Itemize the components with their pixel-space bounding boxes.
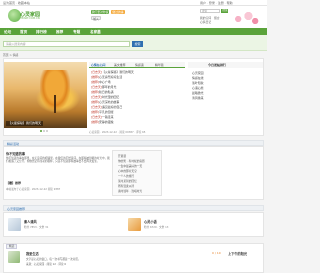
article-subtitle: 【赠】推荐 xyxy=(6,181,22,185)
search-button[interactable]: 搜索 xyxy=(132,41,143,47)
tab-essence[interactable]: 精华篇 xyxy=(155,63,164,67)
feature-meta: 心灵家园 · 2023-12-22 · 阅读 09387 · 评论 65 xyxy=(89,131,146,134)
topbar-left-links[interactable]: 设为首页 · 收藏本站 xyxy=(3,1,30,5)
nav-item-forum[interactable]: 论坛 xyxy=(4,30,11,35)
join-button[interactable]: 加入 xyxy=(91,16,101,21)
list-item[interactable]: [推荐]平凡的温暖 xyxy=(91,110,114,114)
breadcrumb[interactable]: 首页 > 情感 xyxy=(3,53,18,57)
side-list-item[interactable]: 开篇语 xyxy=(118,154,126,158)
card-title[interactable]: 素人清风 xyxy=(24,219,37,224)
main-nav: 论坛 首页 排行榜 推荐 专题 名家墨 xyxy=(0,28,267,35)
header-link-message[interactable]: 留言 xyxy=(214,16,220,20)
header-link-diary[interactable]: 心情日记 xyxy=(200,20,211,24)
user-avatar[interactable] xyxy=(128,218,141,231)
search-input[interactable]: 请输入搜索内容 xyxy=(3,41,130,47)
bottom-chip[interactable]: 精选 xyxy=(6,244,18,249)
list-item[interactable]: [推荐]中心广场 xyxy=(91,80,111,84)
ranking-item[interactable]: 落叶知秋 xyxy=(192,81,204,85)
photo-caption[interactable]: 【火星探秘】我们的明天 xyxy=(6,121,44,126)
article-title[interactable]: 你不知道的事 xyxy=(6,151,25,156)
list-item[interactable]: [日志天]遇见最好的自己 xyxy=(91,105,122,109)
bottom-text: 文字是心灵的窗口，每一次书写都是一次对话。 xyxy=(26,258,81,261)
bottom-thumbnail[interactable] xyxy=(8,251,20,263)
side-list-item[interactable]: 你的笑 · 有时候的喜怒 xyxy=(118,159,145,163)
side-list-item[interactable]: 某时某刻的回忆 xyxy=(118,179,137,183)
topbar-right-links[interactable]: 用户 · 登录 · 注册 · 帮助 xyxy=(200,1,233,5)
nav-item-masters[interactable]: 名家墨 xyxy=(90,30,101,35)
bottom-title[interactable]: 我爱生活 xyxy=(26,251,39,256)
header-search-input[interactable]: 搜索 xyxy=(200,9,220,14)
ranking-item[interactable]: 心语心愿 xyxy=(192,86,204,90)
list-item[interactable]: [日志天]【火星探秘】我们的明天 xyxy=(91,70,134,74)
list-item[interactable]: [推荐]安静的夜晚 xyxy=(91,120,114,124)
card-meta: 粉丝 6720 · 文章 13 xyxy=(144,226,169,229)
list-item[interactable]: [日志天]时光里的回忆 xyxy=(91,95,119,99)
side-list-item[interactable]: 一生中最美好的一天 xyxy=(118,164,142,168)
bottom-meta: 来源：心灵家园 · 阅读 12 · 评论 6 xyxy=(26,263,67,266)
read-button[interactable]: 做过的事 xyxy=(111,10,125,14)
list-item[interactable]: [日志天]一路走来 xyxy=(91,115,114,119)
tab-mood[interactable]: 心情在心间 xyxy=(91,63,105,67)
nav-item-topics[interactable]: 专题 xyxy=(73,30,80,35)
nav-item-home[interactable]: 首页 xyxy=(20,30,27,35)
article-side-list: 开篇语 你的笑 · 有时候的喜怒 一生中最美好的一天 心中的那片天空 一个人的旅… xyxy=(112,150,162,196)
card-meta: 粉丝 7853 · 文章 31 xyxy=(24,226,49,229)
slider-dot[interactable] xyxy=(43,130,45,132)
ranking-item[interactable]: 心灵家园 xyxy=(192,71,204,75)
slider-dot[interactable] xyxy=(40,130,42,132)
user-avatar[interactable] xyxy=(8,218,21,231)
bottom-price: 0 / 10 xyxy=(212,251,221,255)
ranking-title: 今日发帖排行 xyxy=(188,62,263,68)
side-list-item[interactable]: 一个人的旅行 xyxy=(118,174,134,178)
card-title[interactable]: 心灵小语 xyxy=(144,219,157,224)
side-list-item[interactable]: 素时锦年 · 浅唱时光 xyxy=(118,189,142,193)
tree-trunk xyxy=(54,95,56,113)
post-button[interactable]: 我们要对你说 xyxy=(91,10,109,14)
article-footer: 本帖发布于心灵家园 · 2023-12-22 阅读 9387 xyxy=(6,188,61,191)
list-item[interactable]: [推荐]心无旁骛好好生活 xyxy=(91,75,122,79)
bottom-right-title[interactable]: 上下午的阳光 xyxy=(228,251,247,256)
slider-dot[interactable] xyxy=(46,130,48,132)
site-logo-url: HEART.COM.CN xyxy=(20,17,40,20)
article-body: 你不知道的事在那里，在无意间的相遇里，在我们的不经意间，在那些被忽略的时光中，我… xyxy=(6,157,110,164)
nav-item-recommend[interactable]: 推荐 xyxy=(56,30,63,35)
side-list-item[interactable]: 所有温柔以待 xyxy=(118,184,134,188)
side-list-item[interactable]: 心中的那片天空 xyxy=(118,169,137,173)
nav-item-ranking[interactable]: 排行榜 xyxy=(36,30,47,35)
feature-tabs: 心情在心间 美文推荐 情感语 精华篇 xyxy=(89,62,185,68)
tab-emotions[interactable]: 情感语 xyxy=(135,63,144,67)
list-item[interactable]: [日志天]那年的月光 xyxy=(91,85,116,89)
tab-articles[interactable]: 美文推荐 xyxy=(114,63,126,67)
list-item[interactable]: [推荐]秋日的私语 xyxy=(91,90,114,94)
ranking-item[interactable]: 清风徐来 xyxy=(192,96,204,100)
ranking-item[interactable]: 情感在线 xyxy=(192,76,204,80)
header-flowers-image xyxy=(228,7,262,27)
recommend-section-header: 心灵家园推荐 xyxy=(3,205,264,211)
ranking-item[interactable]: 晨曦微光 xyxy=(192,91,204,95)
list-item[interactable]: [推荐]心灵深处的故事 xyxy=(91,100,119,104)
